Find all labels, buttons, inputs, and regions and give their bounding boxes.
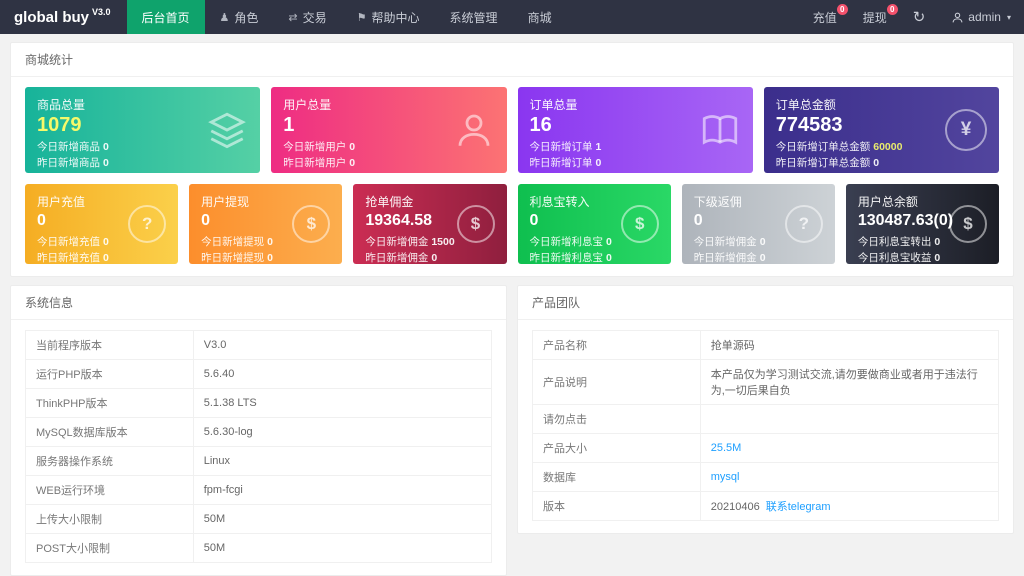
system-info-body: 当前程序版本 V3.0 运行PHP版本 5.6.40 ThinkPHP版本 5.1.3… (11, 320, 506, 575)
withdraw-button[interactable]: 提现 0 (850, 0, 900, 34)
stat-card-interest-in: 利息宝转入 0 今日新增利息宝 0 昨日新增利息宝 0 $ (517, 184, 671, 264)
menu-item-dashboard[interactable]: 后台首页 (126, 0, 205, 34)
brand-name: global buy (14, 8, 89, 26)
stat-card-products-total: 商品总量 1079 今日新增商品 0 昨日新增商品 0 (25, 87, 261, 173)
chevron-down-icon: ▾ (1006, 12, 1011, 22)
menu-item-help-center[interactable]: ⚑ 帮助中心 (342, 0, 435, 34)
stat-card-user-recharge: 用户充值 0 今日新增充值 0 昨日新增充值 0 ? (25, 184, 179, 264)
stat-line: 昨日新增利息宝 0 (529, 251, 612, 264)
system-info-title: 系统信息 (11, 286, 506, 320)
menu-item-label: 系统管理 (449, 10, 498, 25)
admin-dropdown[interactable]: admin ▾ (938, 0, 1024, 34)
stat-card-grab-commission: 抢单佣金 19364.58 今日新增佣金 1500 昨日新增佣金 0 $ (353, 184, 507, 264)
menu-item-label: 角色 (234, 10, 259, 25)
table-row: WEB运行环境 fpm-fcgi (25, 475, 493, 505)
navbar-right: 充值 0 提现 0 ↻ admin ▾ (800, 0, 1024, 34)
table-row: 请勿点击 (532, 404, 1000, 434)
menu-item-trade[interactable]: ⇄ 交易 (273, 0, 341, 34)
dollar-icon: $ (292, 205, 331, 243)
stat-line: 昨日新增充值 0 (37, 251, 109, 264)
stat-line: 昨日新增订单总金额 0 (775, 157, 880, 169)
mall-stats-body: 商品总量 1079 今日新增商品 0 昨日新增商品 0 用户总量 1 今日新增用户 0… (11, 77, 1013, 276)
recharge-badge: 0 (836, 4, 848, 15)
admin-label: admin (968, 10, 1001, 24)
stat-card-users-total: 用户总量 1 今日新增用户 0 昨日新增用户 0 (271, 87, 507, 173)
bottom-panels: 系统信息 当前程序版本 V3.0 运行PHP版本 5.6.40 ThinkPHP版本… (10, 285, 1014, 576)
table-row: ThinkPHP版本 5.1.38 LTS (25, 388, 493, 418)
book-icon (699, 109, 741, 151)
stat-card-user-withdraw: 用户提现 0 今日新增提现 0 昨日新增提现 0 $ (189, 184, 343, 264)
question-icon: ? (128, 205, 167, 243)
top-navbar: global buy V3.0 后台首页 ♟ 角色 ⇄ 交易 ⚑ 帮助中心 系统… (0, 0, 1024, 34)
dollar-icon: $ (949, 205, 988, 243)
menu-item-mall[interactable]: 商城 (513, 0, 567, 34)
stat-line: 昨日新增佣金 0 (693, 251, 766, 264)
withdraw-badge: 0 (886, 4, 898, 15)
table-row: MySQL数据库版本 5.6.30-log (25, 417, 493, 447)
stat-line: 今日利息宝收益 0 (857, 251, 941, 264)
product-team-title: 产品团队 (518, 286, 1013, 320)
table-row: 产品名称 抢单源码 (532, 330, 1000, 360)
recharge-label: 充值 (812, 10, 837, 25)
main-menu: 后台首页 ♟ 角色 ⇄ 交易 ⚑ 帮助中心 系统管理 商城 (126, 0, 567, 34)
menu-item-label: 后台首页 (141, 10, 190, 25)
menu-item-label: 交易 (302, 10, 327, 25)
table-row: 数据库 mysql (532, 462, 1000, 492)
table-row: 当前程序版本 V3.0 (25, 330, 493, 360)
flag-icon: ⚑ (356, 11, 367, 24)
version-value: 20210406 (710, 501, 760, 513)
product-team-body: 产品名称 抢单源码 产品说明 本产品仅为学习测试交流,请勿要做商业或者用于违法行为,… (518, 320, 1013, 533)
withdraw-label: 提现 (862, 10, 887, 25)
table-row: 服务器操作系统 Linux (25, 446, 493, 476)
table-row: 产品大小 25.5M (532, 433, 1000, 463)
mall-stats-title: 商城统计 (11, 43, 1013, 77)
stats-row-1: 商品总量 1079 今日新增商品 0 昨日新增商品 0 用户总量 1 今日新增用户 0… (25, 87, 999, 173)
system-info-table: 当前程序版本 V3.0 运行PHP版本 5.6.40 ThinkPHP版本 5.1.3… (25, 330, 493, 563)
stat-line: 昨日新增佣金 0 (365, 251, 438, 264)
product-size-link[interactable]: 25.5M (711, 442, 742, 454)
recharge-button[interactable]: 充值 0 (800, 0, 850, 34)
stat-line: 昨日新增提现 0 (201, 251, 274, 264)
telegram-link[interactable]: 联系telegram (766, 501, 831, 513)
database-link[interactable]: mysql (711, 471, 740, 483)
table-row: 产品说明 本产品仅为学习测试交流,请勿要做商业或者用于违法行为,一切后果自负 (532, 359, 1000, 405)
dollar-icon: $ (620, 205, 659, 243)
menu-item-system-settings[interactable]: 系统管理 (435, 0, 513, 34)
stat-line: 昨日新增商品 0 (37, 157, 109, 169)
question-icon: ? (784, 205, 823, 243)
user-icon (453, 109, 495, 151)
menu-item-label: 帮助中心 (371, 10, 420, 25)
stat-card-referral-commission: 下级返佣 0 今日新增佣金 0 昨日新增佣金 0 ? (681, 184, 835, 264)
table-row: POST大小限制 50M (25, 533, 493, 563)
role-icon: ♟ (219, 11, 230, 24)
stat-card-orders-total: 订单总量 16 今日新增订单 1 昨日新增订单 0 (517, 87, 753, 173)
menu-item-label: 商城 (527, 10, 552, 25)
stat-card-user-balance: 用户总余额 130487.63(0) 今日利息宝转出 0 今日利息宝收益 0 $ (845, 184, 1000, 264)
trade-icon: ⇄ (288, 11, 298, 24)
stat-line: 昨日新增订单 0 (529, 157, 602, 169)
stat-card-orders-amount: 订单总金额 774583 今日新增订单总金额 60000 昨日新增订单总金额 0 ¥ (763, 87, 999, 173)
stat-line: 昨日新增用户 0 (283, 157, 356, 169)
layers-icon (206, 109, 248, 151)
user-icon (952, 12, 963, 22)
dollar-icon: $ (456, 205, 495, 243)
product-team-table: 产品名称 抢单源码 产品说明 本产品仅为学习测试交流,请勿要做商业或者用于违法行为,… (532, 330, 1000, 521)
brand-version: V3.0 (92, 7, 111, 17)
refresh-icon: ↻ (912, 9, 926, 26)
table-row: 版本 20210406 联系telegram (532, 491, 1000, 521)
system-info-panel: 系统信息 当前程序版本 V3.0 运行PHP版本 5.6.40 ThinkPHP版本… (10, 285, 507, 576)
table-row: 上传大小限制 50M (25, 504, 493, 534)
brand-logo[interactable]: global buy V3.0 (0, 0, 127, 34)
menu-item-roles[interactable]: ♟ 角色 (205, 0, 274, 34)
table-row: 运行PHP版本 5.6.40 (25, 359, 493, 389)
yen-icon: ¥ (945, 109, 987, 151)
stats-row-2: 用户充值 0 今日新增充值 0 昨日新增充值 0 ? 用户提现 0 今日新增提现 0 … (25, 184, 1000, 264)
mall-stats-panel: 商城统计 商品总量 1079 今日新增商品 0 昨日新增商品 0 用户总量 1 今日… (10, 42, 1014, 277)
refresh-button[interactable]: ↻ (900, 0, 939, 34)
